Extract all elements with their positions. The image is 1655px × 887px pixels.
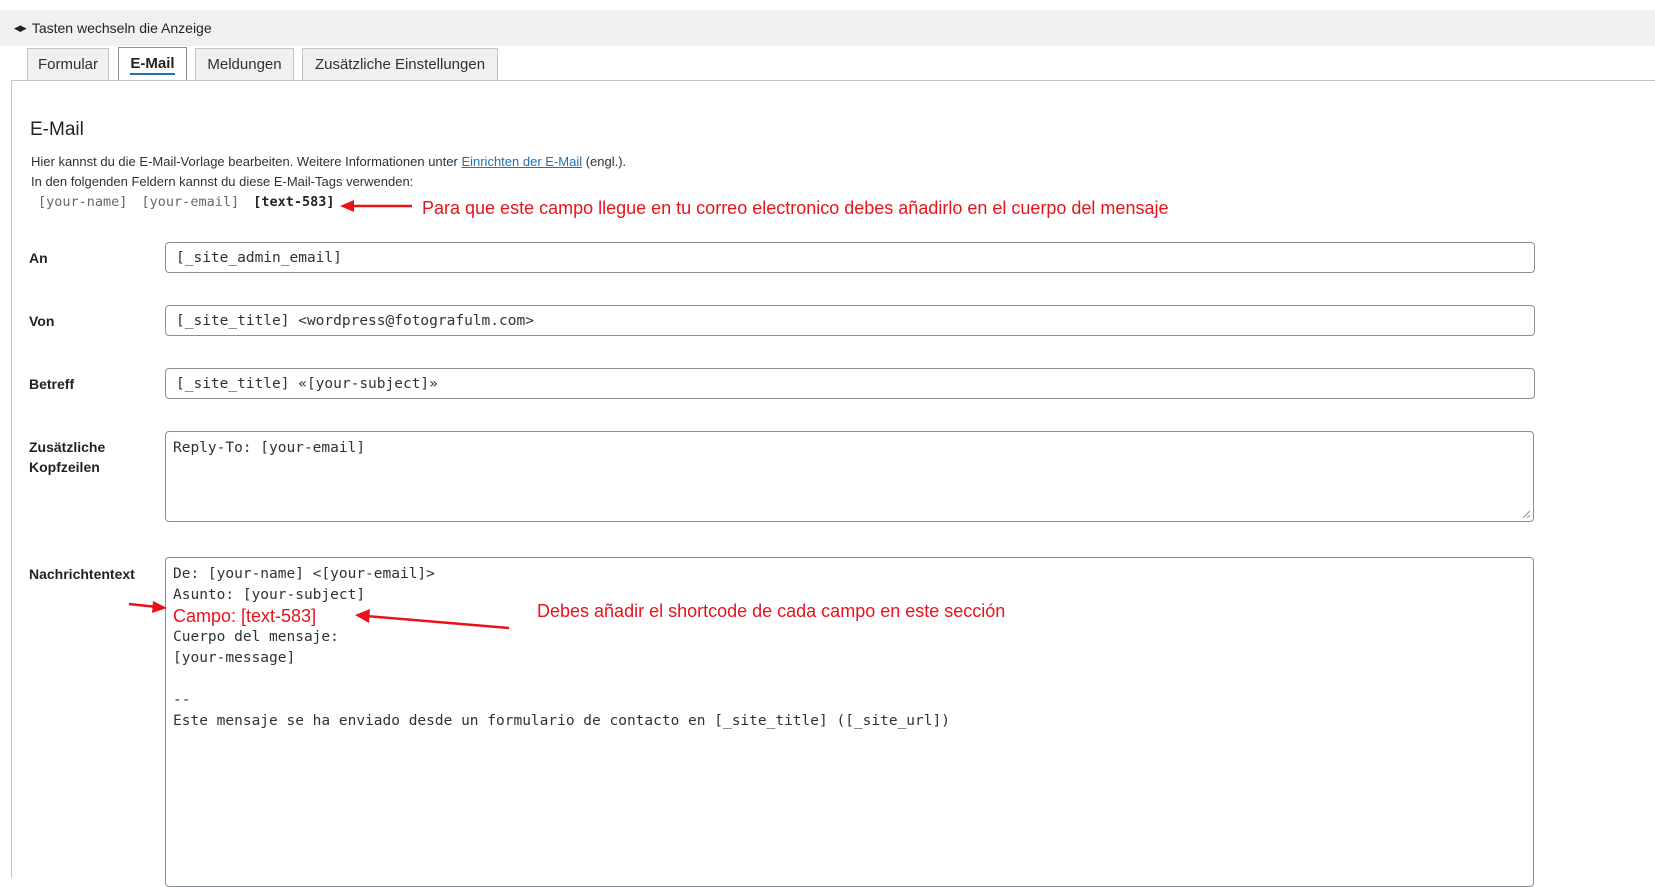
annotation-arrow-icon: [340, 200, 412, 212]
tab-label: Meldungen: [207, 56, 282, 73]
textarea-line: Reply-To: [your-email]: [173, 440, 366, 456]
tab-formular[interactable]: Formular: [27, 48, 109, 80]
setup-email-link[interactable]: Einrichten der E-Mail: [461, 154, 582, 169]
label-betreff: Betreff: [29, 376, 75, 392]
left-right-arrows-icon: ◀▶: [14, 22, 27, 33]
toggle-view-button[interactable]: ◀▶ Tasten wechseln die Anzeige: [14, 19, 212, 37]
label-von: Von: [29, 313, 55, 329]
tab-label: E-Mail: [130, 55, 175, 75]
von-input[interactable]: [_site_title] <wordpress@fotografulm.com…: [165, 305, 1535, 336]
mail-tag[interactable]: [your-name]: [38, 194, 127, 210]
label-line: Kopfzeilen: [29, 459, 100, 475]
resize-handle-icon[interactable]: [1522, 510, 1531, 519]
tab-meldungen[interactable]: Meldungen: [195, 48, 294, 80]
description-text: Hier kannst du die E-Mail-Vorlage bearbe…: [31, 154, 462, 169]
label-line: Zusätzliche: [29, 439, 106, 455]
annotation-body: Debes añadir el shortcode de cada campo …: [537, 601, 1006, 621]
textarea-line: Este mensaje se ha enviado desde un form…: [173, 713, 950, 729]
annotation-top: Para que este campo llegue en tu correo …: [422, 198, 1169, 218]
label-additional-headers: Zusätzliche Kopfzeilen: [29, 437, 105, 477]
textarea-line: [your-message]: [173, 650, 296, 666]
an-input[interactable]: [_site_admin_email]: [165, 242, 1535, 273]
annotation-arrow-icon: [128, 601, 167, 613]
description-suffix: (engl.).: [582, 154, 627, 169]
tab-label: Zusätzliche Einstellungen: [314, 56, 486, 73]
textarea-line: --: [173, 692, 191, 708]
tags-intro: In den folgenden Feldern kannst du diese…: [31, 174, 414, 189]
toggle-bar: [0, 10, 1655, 46]
tab-email[interactable]: E-Mail: [118, 47, 187, 81]
annotation-arrow-icon: [355, 609, 510, 630]
mail-tag-highlighted[interactable]: [text-583]: [253, 194, 334, 210]
label-message-body: Nachrichtentext: [29, 566, 135, 582]
section-description: Hier kannst du die E-Mail-Vorlage bearbe…: [31, 154, 626, 169]
section-title: E-Mail: [30, 119, 84, 140]
textarea-line: [173, 669, 1526, 690]
label-an: An: [29, 250, 48, 266]
tab-label: Formular: [37, 56, 98, 73]
betreff-input[interactable]: [_site_title] «[your-subject]»: [165, 368, 1535, 399]
tab-zusaetzliche-einstellungen[interactable]: Zusätzliche Einstellungen: [302, 48, 498, 80]
mail-tags-list: [your-name] [your-email] [text-583]: [38, 194, 341, 210]
mail-tag[interactable]: [your-email]: [142, 194, 240, 210]
textarea-line: De: [your-name] <[your-email]>: [173, 566, 435, 582]
additional-headers-textarea[interactable]: Reply-To: [your-email]: [165, 431, 1534, 522]
toggle-label: Tasten wechseln die Anzeige: [31, 20, 212, 36]
